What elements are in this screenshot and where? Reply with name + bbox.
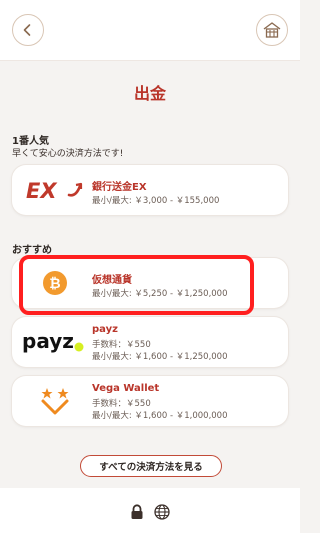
payment-fee: 手数料：￥550 (92, 399, 151, 409)
footer (0, 488, 300, 533)
payment-limits: 最小/最大: ￥1,600 - ￥1,250,000 (92, 352, 228, 362)
payment-name: payz (92, 324, 118, 335)
globe-icon[interactable] (154, 504, 170, 524)
top-bar (0, 0, 300, 61)
payment-card-payz[interactable]: payz payz 手数料：￥550 最小/最大: ￥1,600 - ￥1,25… (12, 317, 288, 367)
view-all-methods-button[interactable]: すべての決済方法を見る (80, 455, 222, 477)
payment-name: 銀行送金EX (92, 182, 147, 193)
popular-section-subtitle: 早くて安心の決済方法です! (12, 149, 124, 159)
back-arrow-icon (23, 24, 31, 36)
payment-fee: 手数料：￥550 (92, 340, 151, 350)
bank-ex-logo-text: EX (26, 179, 58, 203)
payment-card-vega-wallet[interactable]: Vega Wallet 手数料：￥550 最小/最大: ￥1,600 - ￥1,… (12, 376, 288, 426)
back-button[interactable] (12, 14, 44, 46)
home-button[interactable] (256, 14, 288, 46)
payment-card-bank-ex[interactable]: EX 銀行送金EX 最小/最大: ￥3,000 - ￥155,000 (12, 165, 288, 215)
popular-section-title: 1番人気 (12, 136, 49, 147)
payz-logo: payz (22, 326, 88, 358)
payment-name: Vega Wallet (92, 383, 160, 394)
vega-wallet-icon (22, 385, 88, 417)
payz-logo-text: payz (22, 329, 74, 353)
home-icon (263, 22, 281, 38)
page-title: 出金 (133, 84, 166, 103)
recommended-section-title: おすすめ (12, 245, 52, 256)
bank-ex-logo: EX (22, 174, 88, 206)
payment-limits: 最小/最大: ￥1,600 - ￥1,000,000 (92, 411, 228, 421)
payment-limits: 最小/最大: ￥3,000 - ￥155,000 (92, 196, 220, 206)
lock-icon (130, 504, 144, 524)
selection-highlight (19, 255, 254, 315)
